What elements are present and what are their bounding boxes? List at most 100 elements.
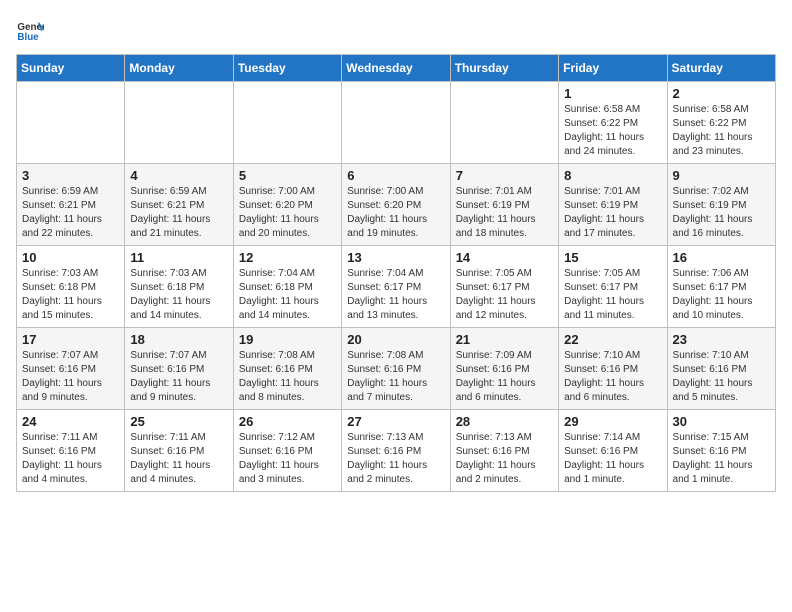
calendar-header-row: SundayMondayTuesdayWednesdayThursdayFrid… xyxy=(17,55,776,82)
cell-week3-day5: 15Sunrise: 7:05 AM Sunset: 6:17 PM Dayli… xyxy=(559,246,667,328)
cell-week3-day1: 11Sunrise: 7:03 AM Sunset: 6:18 PM Dayli… xyxy=(125,246,233,328)
day-number: 18 xyxy=(130,332,227,347)
day-info: Sunrise: 6:59 AM Sunset: 6:21 PM Dayligh… xyxy=(130,185,227,241)
day-number: 30 xyxy=(673,414,770,429)
page-header: General Blue xyxy=(16,16,776,44)
cell-week5-day5: 29 Sunrise: 7:14 AM Sunset: 6:16 PM Dayli… xyxy=(559,410,667,492)
day-info: Sunrise: 7:14 AM Sunset: 6:16 PM Dayligh… xyxy=(564,431,661,487)
cell-week4-day6: 23 Sunrise: 7:10 AM Sunset: 6:16 PM Dayli… xyxy=(667,328,775,410)
cell-week3-day3: 13 Sunrise: 7:04 AM Sunset: 6:17 PM Dayli… xyxy=(342,246,450,328)
cell-week4-day3: 20 Sunrise: 7:08 AM Sunset: 6:16 PM Dayli… xyxy=(342,328,450,410)
day-number: 11 xyxy=(130,250,227,265)
week-row-1: 1 Sunrise: 6:58 AM Sunset: 6:22 PM Daylig… xyxy=(17,82,776,164)
cell-week2-day6: 9 Sunrise: 7:02 AM Sunset: 6:19 PM Daylig… xyxy=(667,164,775,246)
day-number: 7 xyxy=(456,168,553,183)
week-row-3: 10 Sunrise: 7:03 AM Sunset: 6:18 PM Dayli… xyxy=(17,246,776,328)
cell-week1-day3 xyxy=(342,82,450,164)
day-info: Sunrise: 7:05 AM Sunset: 6:17 PM Dayligh… xyxy=(564,267,661,323)
day-info: Sunrise: 7:10 AM Sunset: 6:16 PM Dayligh… xyxy=(564,349,661,405)
day-info: Sunrise: 7:08 AM Sunset: 6:16 PM Dayligh… xyxy=(347,349,444,405)
cell-week4-day0: 17 Sunrise: 7:07 AM Sunset: 6:16 PM Dayli… xyxy=(17,328,125,410)
cell-week2-day3: 6Sunrise: 7:00 AM Sunset: 6:20 PM Daylig… xyxy=(342,164,450,246)
cell-week2-day1: 4 Sunrise: 6:59 AM Sunset: 6:21 PM Daylig… xyxy=(125,164,233,246)
cell-week5-day1: 25 Sunrise: 7:11 AM Sunset: 6:16 PM Dayli… xyxy=(125,410,233,492)
day-number: 10 xyxy=(22,250,119,265)
day-number: 21 xyxy=(456,332,553,347)
week-row-5: 24Sunrise: 7:11 AM Sunset: 6:16 PM Dayli… xyxy=(17,410,776,492)
cell-week5-day6: 30 Sunrise: 7:15 AM Sunset: 6:16 PM Dayli… xyxy=(667,410,775,492)
day-info: Sunrise: 7:07 AM Sunset: 6:16 PM Dayligh… xyxy=(130,349,227,405)
cell-week3-day6: 16 Sunrise: 7:06 AM Sunset: 6:17 PM Dayli… xyxy=(667,246,775,328)
day-info: Sunrise: 7:10 AM Sunset: 6:16 PM Dayligh… xyxy=(673,349,770,405)
day-info: Sunrise: 7:07 AM Sunset: 6:16 PM Dayligh… xyxy=(22,349,119,405)
day-number: 19 xyxy=(239,332,336,347)
day-info: Sunrise: 7:11 AM Sunset: 6:16 PM Dayligh… xyxy=(22,431,119,487)
day-info: Sunrise: 7:09 AM Sunset: 6:16 PM Dayligh… xyxy=(456,349,553,405)
day-info: Sunrise: 7:04 AM Sunset: 6:18 PM Dayligh… xyxy=(239,267,336,323)
day-number: 26 xyxy=(239,414,336,429)
cell-week4-day1: 18 Sunrise: 7:07 AM Sunset: 6:16 PM Dayli… xyxy=(125,328,233,410)
cell-week3-day4: 14Sunrise: 7:05 AM Sunset: 6:17 PM Dayli… xyxy=(450,246,558,328)
header-friday: Friday xyxy=(559,55,667,82)
day-info: Sunrise: 7:11 AM Sunset: 6:16 PM Dayligh… xyxy=(130,431,227,487)
day-info: Sunrise: 7:05 AM Sunset: 6:17 PM Dayligh… xyxy=(456,267,553,323)
day-number: 2 xyxy=(673,86,770,101)
cell-week4-day4: 21 Sunrise: 7:09 AM Sunset: 6:16 PM Dayli… xyxy=(450,328,558,410)
day-info: Sunrise: 7:15 AM Sunset: 6:16 PM Dayligh… xyxy=(673,431,770,487)
day-number: 29 xyxy=(564,414,661,429)
day-info: Sunrise: 6:58 AM Sunset: 6:22 PM Dayligh… xyxy=(564,103,661,159)
day-info: Sunrise: 7:13 AM Sunset: 6:16 PM Dayligh… xyxy=(347,431,444,487)
day-number: 4 xyxy=(130,168,227,183)
cell-week2-day2: 5Sunrise: 7:00 AM Sunset: 6:20 PM Daylig… xyxy=(233,164,341,246)
day-info: Sunrise: 7:00 AM Sunset: 6:20 PM Dayligh… xyxy=(347,185,444,241)
day-info: Sunrise: 7:04 AM Sunset: 6:17 PM Dayligh… xyxy=(347,267,444,323)
day-info: Sunrise: 7:01 AM Sunset: 6:19 PM Dayligh… xyxy=(564,185,661,241)
header-tuesday: Tuesday xyxy=(233,55,341,82)
day-number: 12 xyxy=(239,250,336,265)
day-number: 13 xyxy=(347,250,444,265)
cell-week5-day3: 27Sunrise: 7:13 AM Sunset: 6:16 PM Dayli… xyxy=(342,410,450,492)
day-number: 17 xyxy=(22,332,119,347)
cell-week3-day0: 10 Sunrise: 7:03 AM Sunset: 6:18 PM Dayli… xyxy=(17,246,125,328)
day-number: 28 xyxy=(456,414,553,429)
day-number: 9 xyxy=(673,168,770,183)
header-thursday: Thursday xyxy=(450,55,558,82)
cell-week4-day2: 19 Sunrise: 7:08 AM Sunset: 6:16 PM Dayli… xyxy=(233,328,341,410)
day-number: 25 xyxy=(130,414,227,429)
day-number: 20 xyxy=(347,332,444,347)
day-info: Sunrise: 7:03 AM Sunset: 6:18 PM Dayligh… xyxy=(22,267,119,323)
logo-icon: General Blue xyxy=(16,16,44,44)
day-number: 16 xyxy=(673,250,770,265)
day-info: Sunrise: 7:08 AM Sunset: 6:16 PM Dayligh… xyxy=(239,349,336,405)
week-row-2: 3 Sunrise: 6:59 AM Sunset: 6:21 PM Daylig… xyxy=(17,164,776,246)
cell-week1-day5: 1 Sunrise: 6:58 AM Sunset: 6:22 PM Daylig… xyxy=(559,82,667,164)
day-info: Sunrise: 7:02 AM Sunset: 6:19 PM Dayligh… xyxy=(673,185,770,241)
week-row-4: 17 Sunrise: 7:07 AM Sunset: 6:16 PM Dayli… xyxy=(17,328,776,410)
header-sunday: Sunday xyxy=(17,55,125,82)
cell-week1-day1 xyxy=(125,82,233,164)
day-number: 3 xyxy=(22,168,119,183)
day-info: Sunrise: 6:58 AM Sunset: 6:22 PM Dayligh… xyxy=(673,103,770,159)
svg-text:Blue: Blue xyxy=(17,32,39,43)
day-number: 1 xyxy=(564,86,661,101)
cell-week2-day5: 8 Sunrise: 7:01 AM Sunset: 6:19 PM Daylig… xyxy=(559,164,667,246)
day-info: Sunrise: 7:06 AM Sunset: 6:17 PM Dayligh… xyxy=(673,267,770,323)
day-info: Sunrise: 7:00 AM Sunset: 6:20 PM Dayligh… xyxy=(239,185,336,241)
day-number: 23 xyxy=(673,332,770,347)
day-number: 22 xyxy=(564,332,661,347)
cell-week2-day4: 7Sunrise: 7:01 AM Sunset: 6:19 PM Daylig… xyxy=(450,164,558,246)
header-monday: Monday xyxy=(125,55,233,82)
cell-week1-day0 xyxy=(17,82,125,164)
header-wednesday: Wednesday xyxy=(342,55,450,82)
header-saturday: Saturday xyxy=(667,55,775,82)
cell-week1-day4 xyxy=(450,82,558,164)
cell-week3-day2: 12 Sunrise: 7:04 AM Sunset: 6:18 PM Dayli… xyxy=(233,246,341,328)
cell-week1-day2 xyxy=(233,82,341,164)
day-number: 8 xyxy=(564,168,661,183)
cell-week5-day2: 26 Sunrise: 7:12 AM Sunset: 6:16 PM Dayli… xyxy=(233,410,341,492)
logo: General Blue xyxy=(16,16,48,44)
day-info: Sunrise: 7:12 AM Sunset: 6:16 PM Dayligh… xyxy=(239,431,336,487)
cell-week5-day4: 28 Sunrise: 7:13 AM Sunset: 6:16 PM Dayli… xyxy=(450,410,558,492)
cell-week1-day6: 2 Sunrise: 6:58 AM Sunset: 6:22 PM Daylig… xyxy=(667,82,775,164)
day-info: Sunrise: 7:13 AM Sunset: 6:16 PM Dayligh… xyxy=(456,431,553,487)
